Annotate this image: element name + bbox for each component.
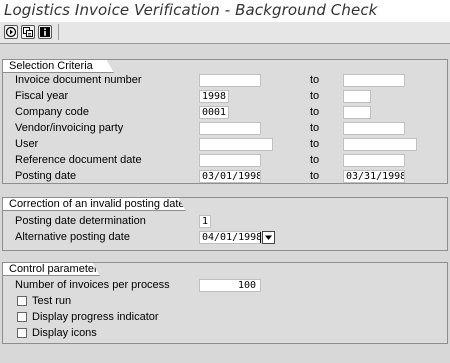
execute-icon [5, 26, 17, 38]
display-icons-checkbox[interactable] [17, 328, 27, 338]
to-label: to [310, 122, 320, 134]
date-dropdown-button[interactable] [262, 231, 275, 244]
to-label: to [310, 154, 320, 166]
reference-doc-date-label: Reference document date [15, 154, 142, 166]
execute-button[interactable] [4, 25, 18, 39]
vendor-from-field[interactable] [199, 122, 261, 135]
toolbar-separator [58, 24, 59, 40]
invoices-per-process-label: Number of invoices per process [15, 279, 170, 291]
user-label: User [15, 138, 39, 150]
posting-date-to-field[interactable]: 03/31/1998 [343, 170, 405, 183]
posting-date-from-field[interactable]: 03/01/1998 [199, 170, 261, 183]
fiscal-year-from-field[interactable]: 1998 [199, 90, 229, 103]
display-progress-indicator-checkbox[interactable] [17, 312, 27, 322]
selection-criteria-title: Selection Criteria [2, 59, 114, 73]
to-label: to [310, 90, 320, 102]
to-label: to [310, 138, 320, 150]
invoice-doc-number-from-field[interactable] [199, 74, 261, 87]
display-icons-label: Display icons [32, 327, 97, 339]
user-to-field[interactable] [343, 138, 417, 151]
correction-group: Correction of an invalid posting date Po… [2, 197, 448, 251]
control-parameters-group: Control parameters Number of invoices pe… [2, 262, 448, 344]
posting-date-determination-label: Posting date determination [15, 215, 146, 227]
window-title: Logistics Invoice Verification - Backgro… [4, 1, 378, 19]
alternative-posting-date-field[interactable]: 04/01/1998 [199, 231, 261, 244]
fiscal-year-to-field[interactable] [343, 90, 371, 103]
test-run-checkbox[interactable] [17, 296, 27, 306]
text-cursor [260, 232, 261, 243]
user-from-field[interactable] [199, 138, 273, 151]
title-bar: Logistics Invoice Verification - Backgro… [0, 0, 450, 22]
test-run-label: Test run [32, 295, 72, 307]
reference-doc-date-to-field[interactable] [343, 154, 405, 167]
control-parameters-title: Control parameters [2, 262, 100, 276]
get-variant-button[interactable] [21, 25, 35, 39]
company-code-to-field[interactable] [343, 106, 371, 119]
vendor-to-field[interactable] [343, 122, 405, 135]
main-content: Selection Criteria Invoice document numb… [0, 44, 450, 363]
posting-date-determination-field[interactable]: 1 [199, 215, 211, 228]
correction-title: Correction of an invalid posting date [2, 197, 186, 211]
invoice-doc-number-to-field[interactable] [343, 74, 405, 87]
alternative-posting-date-label: Alternative posting date [15, 231, 130, 243]
application-toolbar [0, 22, 450, 44]
invoice-doc-number-label: Invoice document number [15, 74, 142, 86]
invoices-per-process-field[interactable]: 100 [199, 279, 261, 292]
company-code-from-field[interactable]: 0001 [199, 106, 229, 119]
to-label: to [310, 170, 320, 182]
company-code-label: Company code [15, 106, 89, 118]
fiscal-year-label: Fiscal year [15, 90, 69, 102]
info-icon [40, 27, 50, 37]
to-label: to [310, 74, 320, 86]
vendor-label: Vendor/invoicing party [15, 122, 124, 134]
to-label: to [310, 106, 320, 118]
info-button[interactable] [38, 25, 52, 39]
reference-doc-date-from-field[interactable] [199, 154, 261, 167]
display-progress-indicator-label: Display progress indicator [32, 311, 159, 323]
variant-icon [23, 27, 33, 37]
posting-date-label: Posting date [15, 170, 77, 182]
selection-criteria-group: Selection Criteria Invoice document numb… [2, 59, 448, 184]
chevron-down-icon [265, 235, 272, 240]
